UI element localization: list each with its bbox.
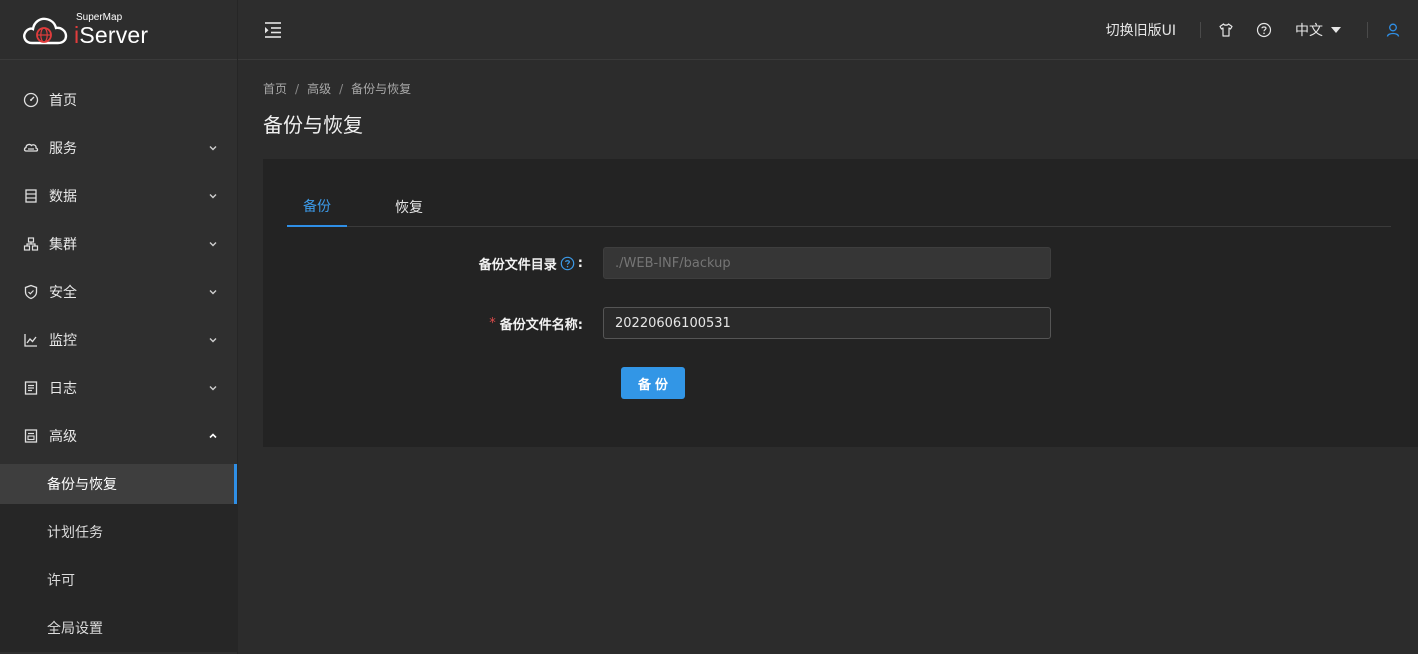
service-icon xyxy=(22,139,40,157)
sidebar-subitem-scheduled-tasks[interactable]: 计划任务 xyxy=(0,508,237,556)
sidebar-item-label: 数据 xyxy=(49,189,77,205)
breadcrumb-current: 备份与恢复 xyxy=(351,82,412,96)
help-icon[interactable] xyxy=(1245,0,1283,59)
sidebar-item-label: 安全 xyxy=(49,285,77,301)
language-label: 中文 xyxy=(1295,22,1323,39)
logo-product-name: iServer xyxy=(74,21,149,48)
sidebar-subitem-license[interactable]: 许可 xyxy=(0,556,237,604)
sidebar-subitem-backup-restore[interactable]: 备份与恢复 xyxy=(0,464,237,504)
sidebar-item-security[interactable]: 安全 xyxy=(0,268,237,316)
chevron-down-icon xyxy=(207,286,219,298)
backup-dir-input[interactable] xyxy=(603,247,1051,279)
breadcrumb-separator: / xyxy=(295,81,300,96)
advanced-submenu: 备份与恢复 计划任务 许可 全局设置 xyxy=(0,464,237,652)
data-icon xyxy=(22,187,40,205)
logo[interactable]: SuperMap iServer xyxy=(0,0,237,60)
monitor-chart-icon xyxy=(22,331,40,349)
sidebar-item-service[interactable]: 服务 xyxy=(0,124,237,172)
logo-server: Server xyxy=(79,21,149,48)
dashboard-icon xyxy=(22,91,40,109)
breadcrumb-home[interactable]: 首页 xyxy=(263,80,287,97)
required-mark: * xyxy=(489,315,496,331)
page-title: 备份与恢复 xyxy=(263,113,363,137)
chevron-down-icon xyxy=(207,142,219,154)
user-icon[interactable] xyxy=(1368,0,1418,59)
question-circle-icon[interactable] xyxy=(560,256,575,271)
cluster-icon xyxy=(22,235,40,253)
sidebar-item-advanced[interactable]: 高级 xyxy=(0,412,237,460)
breadcrumb-separator: / xyxy=(339,81,344,96)
sidebar: SuperMap iServer 首页 服务 数据 集群 安全 监控 日志 高级… xyxy=(0,0,238,654)
switch-legacy-ui-link[interactable]: 切换旧版UI xyxy=(1106,20,1200,40)
header-divider xyxy=(1200,21,1201,38)
breadcrumb-advanced[interactable]: 高级 xyxy=(307,80,331,97)
sidebar-menu: 首页 服务 数据 集群 安全 监控 日志 高级 xyxy=(0,60,237,460)
language-dropdown[interactable]: 中文 xyxy=(1283,20,1367,40)
breadcrumb: 首页 / 高级 / 备份与恢复 xyxy=(263,80,411,97)
top-header: 切换旧版UI 中文 xyxy=(238,0,1418,60)
tab-backup[interactable]: 备份 xyxy=(287,187,347,227)
chevron-up-icon xyxy=(207,430,219,442)
backup-name-input[interactable] xyxy=(603,307,1051,339)
sidebar-item-home[interactable]: 首页 xyxy=(0,76,237,124)
sidebar-item-label: 监控 xyxy=(49,333,77,349)
tab-restore[interactable]: 恢复 xyxy=(379,187,439,227)
menu-fold-icon[interactable] xyxy=(262,19,284,41)
caret-down-icon xyxy=(1331,26,1341,33)
sidebar-item-cluster[interactable]: 集群 xyxy=(0,220,237,268)
chevron-down-icon xyxy=(207,334,219,346)
sidebar-subitem-global-settings[interactable]: 全局设置 xyxy=(0,604,237,652)
sidebar-item-label: 集群 xyxy=(49,237,77,253)
form-row-backup-name: * 备份文件名称: xyxy=(263,307,1051,339)
chevron-down-icon xyxy=(207,382,219,394)
log-icon xyxy=(22,379,40,397)
shield-icon xyxy=(22,283,40,301)
sidebar-item-label: 高级 xyxy=(49,429,77,445)
sidebar-item-label: 服务 xyxy=(49,141,77,157)
tab-bar: 备份 恢复 xyxy=(287,187,1391,227)
chevron-down-icon xyxy=(207,190,219,202)
theme-shirt-icon[interactable] xyxy=(1207,0,1245,59)
backup-button[interactable]: 备份 xyxy=(621,367,685,399)
main-content: 首页 / 高级 / 备份与恢复 备份与恢复 备份 恢复 备份文件目录 : * 备… xyxy=(238,60,1418,654)
backup-card: 备份 恢复 备份文件目录 : * 备份文件名称: 备份 xyxy=(263,159,1418,447)
sidebar-item-monitor[interactable]: 监控 xyxy=(0,316,237,364)
sidebar-item-label: 日志 xyxy=(49,381,77,397)
label-colon: : xyxy=(577,255,583,271)
backup-dir-label: 备份文件目录 xyxy=(478,257,557,273)
advanced-icon xyxy=(22,427,40,445)
form-row-backup-dir: 备份文件目录 : xyxy=(263,247,1051,279)
sidebar-item-data[interactable]: 数据 xyxy=(0,172,237,220)
backup-name-label: 备份文件名称: xyxy=(499,317,583,333)
cloud-logo-icon xyxy=(22,13,68,47)
chevron-down-icon xyxy=(207,238,219,250)
sidebar-item-label: 首页 xyxy=(49,93,77,109)
sidebar-item-log[interactable]: 日志 xyxy=(0,364,237,412)
